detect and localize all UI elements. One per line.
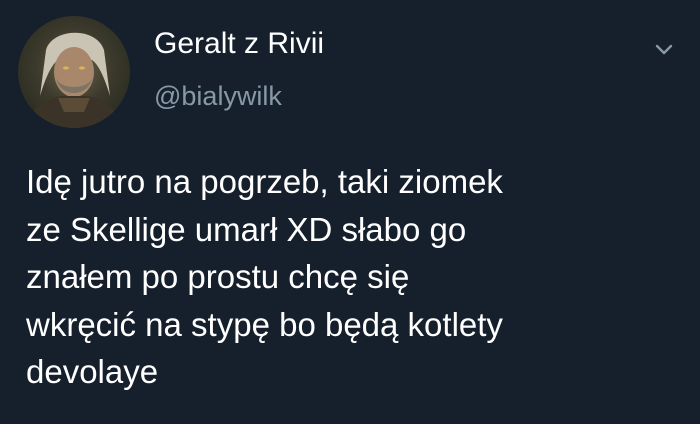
avatar-portrait xyxy=(26,32,122,128)
tweet-text-line: wkręcić na stypę bo będą kotlety xyxy=(26,305,503,343)
tweet-text: Idę jutro na pogrzeb, taki ziomek ze Ske… xyxy=(26,158,696,396)
chevron-down-icon[interactable] xyxy=(651,36,677,62)
tweet-text-line: Idę jutro na pogrzeb, taki ziomek xyxy=(26,163,503,200)
tweet-text-line: znałem po prostu chcę się xyxy=(26,258,410,295)
tweet-text-line: devolaye xyxy=(26,353,159,390)
avatar[interactable] xyxy=(18,16,130,128)
tweet-card: Geralt z Rivii @bialywilk Idę jutro na p… xyxy=(0,0,700,424)
tweet-text-line: ze Skellige umarł XD słabo go xyxy=(26,210,467,248)
author-handle[interactable]: @bialywilk xyxy=(154,80,282,112)
author-display-name[interactable]: Geralt z Rivii xyxy=(154,26,324,62)
